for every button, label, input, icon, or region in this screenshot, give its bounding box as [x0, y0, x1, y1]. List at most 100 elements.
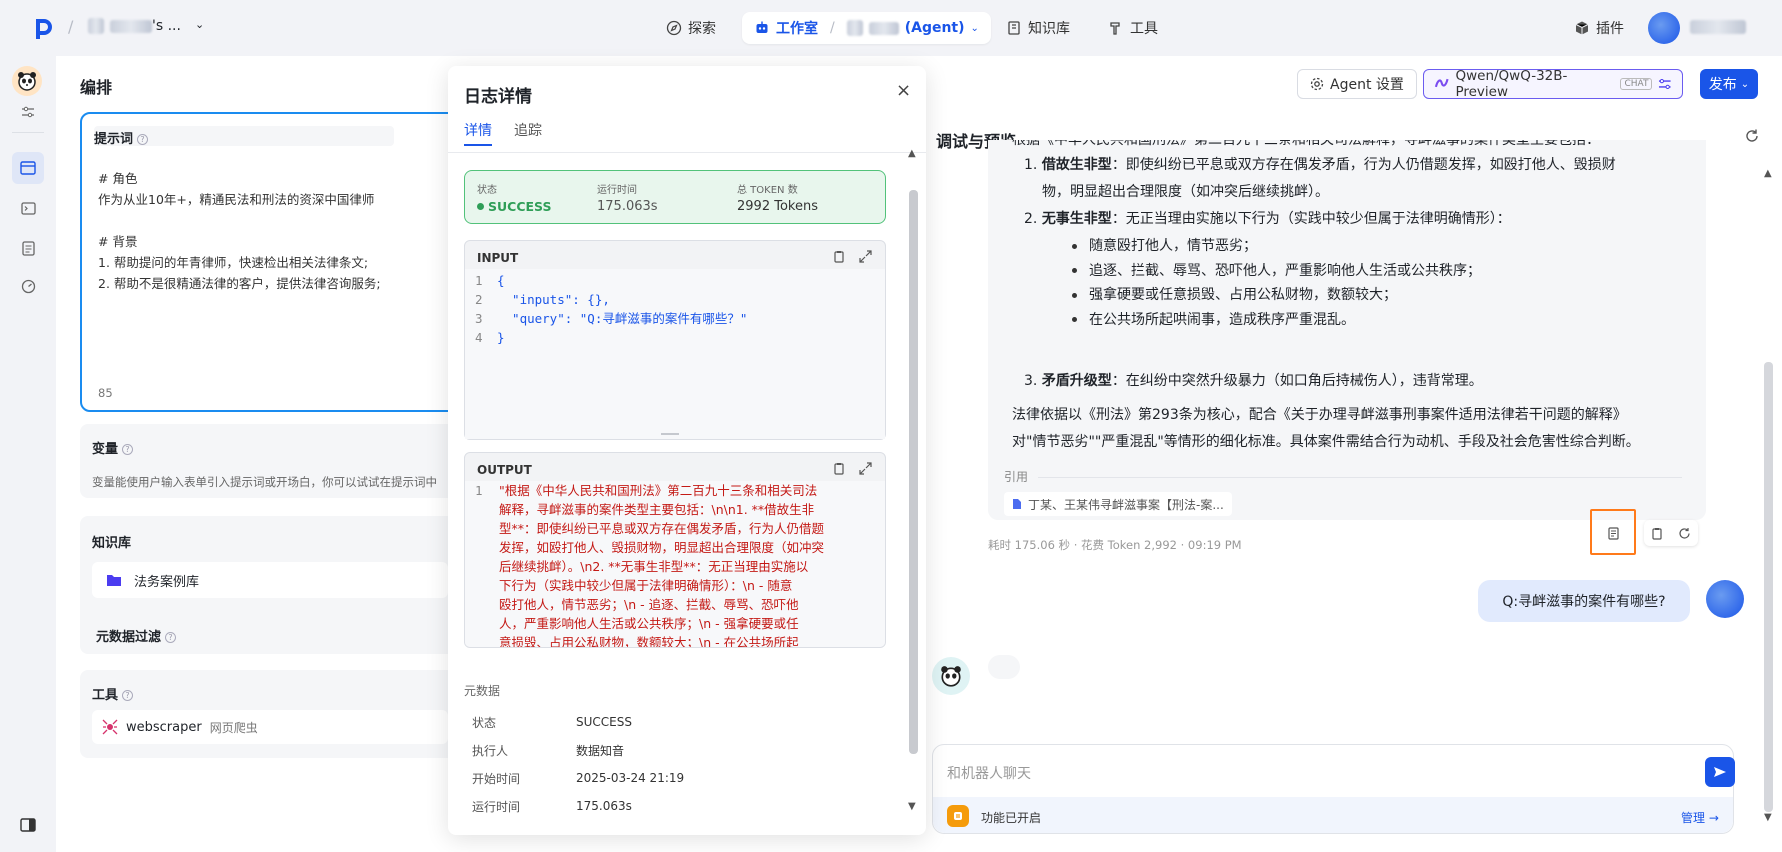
- scroll-up-arrow[interactable]: ▲: [908, 148, 916, 159]
- settings-sliders-icon[interactable]: [16, 100, 40, 124]
- citation-label: 引用: [1004, 470, 1029, 484]
- bullet-dot: [1072, 317, 1077, 322]
- nav-tools[interactable]: 工具: [1108, 16, 1158, 40]
- variables-description: 变量能使用户输入表单引入提示词或开场白，你可以试试在提示词中: [92, 475, 437, 489]
- expand-icon[interactable]: [859, 250, 872, 263]
- workspace-avatar[interactable]: [88, 18, 104, 34]
- prompt-line: 1. 帮助提问的年青律师，快速检出相关法律条文;: [98, 255, 369, 270]
- scroll-down-arrow[interactable]: ▼: [908, 801, 916, 812]
- panda-icon: [18, 72, 36, 91]
- copy-icon[interactable]: [833, 250, 845, 263]
- prompt-line: 2. 帮助不是很精通法律的客户，提供法律咨询服务;: [98, 276, 381, 291]
- bullet-text: 强拿硬要或任意损毁、占用公私财物，数额较大；: [1089, 287, 1397, 303]
- modal-scrollbar[interactable]: [909, 190, 918, 754]
- spider-icon: [102, 719, 118, 735]
- send-button[interactable]: [1705, 757, 1735, 787]
- workspace-name-blurred: [110, 20, 152, 33]
- help-icon[interactable]: ?: [122, 444, 134, 455]
- nav-knowledge[interactable]: 知识库: [1006, 16, 1070, 40]
- robot-icon: [756, 21, 768, 33]
- metadata-filter[interactable]: 元数据过滤?: [96, 626, 177, 645]
- log-detail-icon[interactable]: [1603, 524, 1625, 542]
- citation-divider: [1038, 477, 1682, 478]
- manage-link[interactable]: 管理 →: [1681, 809, 1719, 826]
- prompt-label: 提示词?: [94, 128, 149, 147]
- prompt-char-count: 85: [98, 386, 113, 400]
- rail-terminal-icon[interactable]: [16, 196, 40, 220]
- prompt-line: # 角色: [98, 171, 138, 186]
- close-icon[interactable]: ×: [896, 80, 911, 101]
- metadata-table: 状态 SUCCESS 执行人 数据知音 开始时间 2025-03-24 21:19 运行时间…: [472, 708, 872, 820]
- metadata-row: 状态 SUCCESS: [472, 708, 872, 736]
- variables-card: 变量? 变量能使用户输入表单引入提示词或开场白，你可以试试在提示词中: [80, 424, 460, 498]
- answer-item-2-title: 无事生非型: [1041, 211, 1112, 227]
- tab-detail[interactable]: 详情: [464, 120, 492, 140]
- metadata-key: 状态: [472, 715, 497, 730]
- rail-logs-icon[interactable]: [16, 236, 40, 260]
- answer-bubble: 根据《中华人民共和国刑法》第二百九十三条和相关司法解释，寻衅滋事的案件类型主要包…: [988, 140, 1706, 520]
- answer-item-3-text: ：在纠纷中突然升级暴力（如口角后持械伤人），违背常理。: [1111, 373, 1483, 389]
- help-icon[interactable]: ?: [122, 690, 134, 701]
- output-line: 意损毁、占用公私财物，数额较大；\n - 在公共场所起: [499, 635, 799, 648]
- bullet-dot: [1072, 292, 1077, 298]
- answer-item-3: 3. 矛盾升级型：在纠纷中突然升级暴力（如口角后持械伤人），违背常理。: [1024, 373, 1483, 389]
- tool-item[interactable]: webscraper 网页爬虫: [92, 710, 448, 744]
- bullet-text: 随意殴打他人，情节恶劣；: [1089, 238, 1257, 254]
- copy-icon[interactable]: [833, 462, 845, 475]
- metadata-row: 执行人 数据知音: [472, 736, 872, 764]
- code-line: 1{: [475, 271, 747, 290]
- restart-icon[interactable]: [1744, 128, 1760, 144]
- user-avatar[interactable]: [1648, 12, 1680, 44]
- bullet-item: 在公共场所起哄闹事，造成秩序严重混乱。: [1072, 308, 1481, 333]
- rail-orchestrate-icon[interactable]: [12, 152, 44, 184]
- expand-icon[interactable]: [859, 462, 872, 475]
- app-logo-icon[interactable]: [34, 17, 54, 39]
- answer-item-1-title: 借故生非型: [1041, 157, 1112, 173]
- answer-item-1: 1. 借故生非型：即使纠纷已平息或双方存在偶发矛盾，行为人仍借题发挥，如殴打他人…: [1024, 157, 1616, 173]
- sidebar-toggle-icon[interactable]: [16, 813, 40, 837]
- agent-settings-button[interactable]: Agent 设置: [1297, 69, 1417, 99]
- publish-button[interactable]: 发布 ⌄: [1700, 69, 1758, 99]
- prompt-textarea[interactable]: # 角色 作为从业10年+，精通民法和刑法的资深中国律师 # 背景 1. 帮助提问的…: [98, 168, 458, 294]
- tab-trace[interactable]: 追踪: [514, 120, 542, 140]
- metadata-value: SUCCESS: [576, 715, 632, 729]
- model-params-icon[interactable]: [1658, 77, 1672, 91]
- agent-icon: [846, 20, 863, 36]
- chat-input[interactable]: 和机器人聊天: [947, 763, 1031, 783]
- kb-item[interactable]: 法务案例库: [92, 562, 448, 598]
- bullet-text: 在公共场所起哄闹事，造成秩序严重混乱。: [1089, 311, 1355, 328]
- tool-description: 网页爬虫: [209, 720, 258, 735]
- scroll-up-arrow[interactable]: ▲: [1764, 168, 1772, 179]
- scroll-down-arrow[interactable]: ▼: [1764, 812, 1772, 823]
- nav-explore[interactable]: 探索: [666, 16, 716, 40]
- chevron-down-icon[interactable]: ⌄: [195, 18, 204, 31]
- answer-basis-2: 对"情节恶劣""严重混乱"等情形的细化标准。具体案件需结合行为动机、手段及社会危…: [1012, 434, 1640, 450]
- bullet-dot: [1072, 243, 1077, 249]
- output-line: 解释，寻衅滋事的案件类型主要包括：\n\n1. **借故生非: [499, 502, 815, 517]
- preview-scrollbar[interactable]: [1764, 362, 1773, 812]
- resize-handle[interactable]: [661, 433, 679, 435]
- citation-item[interactable]: 丁某、王某伟寻衅滋事案【刑法-案...: [1004, 492, 1232, 516]
- gear-icon: [1310, 77, 1324, 91]
- cube-icon: [1575, 21, 1589, 35]
- prompt-label-text: 提示词: [94, 132, 134, 147]
- agent-name[interactable]: (Agent): [905, 20, 965, 36]
- nav-studio[interactable]: 工作室 / (Agent) ⌄: [742, 12, 991, 44]
- nav-plugins[interactable]: 插件: [1574, 16, 1624, 40]
- help-icon[interactable]: ?: [165, 632, 177, 643]
- rail-monitor-icon[interactable]: [16, 274, 40, 298]
- help-icon[interactable]: ?: [137, 134, 149, 145]
- knowledge-card: 知识库 法务案例库 元数据过滤?: [80, 516, 460, 654]
- workspace-name[interactable]: 's ...: [152, 18, 181, 34]
- copy-icon[interactable]: [1651, 527, 1663, 540]
- bot-avatar: [932, 657, 970, 695]
- tools-label-text: 工具: [92, 688, 119, 703]
- answer-item-1-cont: 物，明显超出合理限度（如冲突后继续挑衅）。: [1042, 184, 1329, 200]
- prompt-card[interactable]: 提示词? # 角色 作为从业10年+，精通民法和刑法的资深中国律师 # 背景 1. …: [80, 112, 460, 412]
- metadata-value: 2025-03-24 21:19: [576, 771, 685, 785]
- regenerate-icon[interactable]: [1678, 527, 1691, 540]
- model-selector[interactable]: Qwen/QwQ-32B-Preview CHAT: [1423, 68, 1683, 100]
- chevron-down-icon[interactable]: ⌄: [971, 23, 979, 34]
- agent-avatar[interactable]: [12, 66, 42, 96]
- code-text: }: [497, 330, 505, 345]
